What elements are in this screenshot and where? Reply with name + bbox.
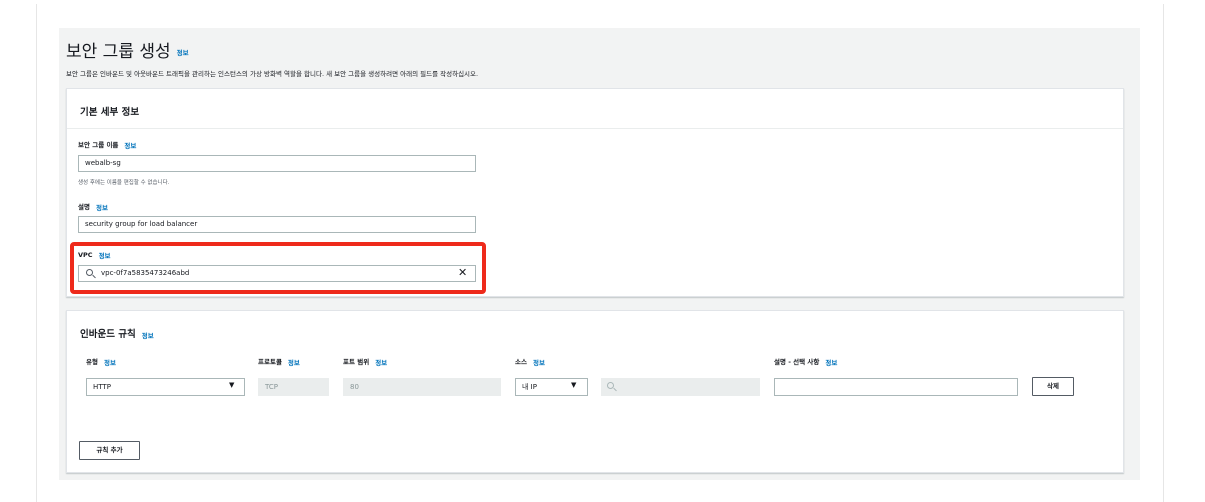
source-search-input[interactable]: [601, 378, 760, 396]
rule-description-input[interactable]: [774, 378, 1018, 396]
security-group-name-label: 보안 그룹 이름 정보: [78, 139, 136, 150]
inbound-rules-header: 인바운드 규칙 정보: [67, 311, 1123, 351]
col-type-text: 유형: [86, 358, 98, 366]
basic-details-title: 기본 세부 정보: [80, 107, 140, 118]
source-select[interactable]: 내 IP: [515, 378, 588, 396]
col-protocol: 프로토콜 정보: [258, 356, 300, 367]
inbound-rules-info-link[interactable]: 정보: [142, 332, 154, 340]
col-source: 소스 정보: [515, 356, 545, 367]
description-input[interactable]: security group for load balancer: [78, 216, 476, 233]
description-label: 설명 정보: [78, 201, 108, 212]
delete-rule-button[interactable]: 삭제: [1032, 377, 1074, 396]
col-protocol-text: 프로토콜: [258, 358, 282, 366]
security-group-name-input[interactable]: webalb-sg: [78, 155, 476, 172]
col-source-text: 소스: [515, 358, 527, 366]
col-port-range-info-link[interactable]: 정보: [375, 359, 387, 367]
col-description-text: 설명 - 선택 사항: [774, 358, 820, 366]
page-title: 보안 그룹 생성 정보: [66, 37, 189, 62]
inbound-rules-title-text: 인바운드 규칙: [80, 329, 136, 340]
page-title-text: 보안 그룹 생성: [66, 42, 171, 62]
inbound-rules-title: 인바운드 규칙 정보: [80, 326, 154, 340]
description-info-link[interactable]: 정보: [96, 204, 108, 212]
description-label-text: 설명: [78, 203, 90, 211]
security-group-name-hint: 생성 후에는 이름을 편집할 수 없습니다.: [78, 180, 170, 186]
caret-down-icon: ▼: [571, 381, 577, 389]
vpc-highlight-box: [70, 242, 486, 294]
col-type: 유형 정보: [86, 356, 116, 367]
search-icon: [607, 382, 614, 389]
col-protocol-info-link[interactable]: 정보: [288, 359, 300, 367]
port-range-field: 80: [343, 378, 501, 396]
page-description: 보안 그룹은 인바운드 및 아웃바운드 트래픽을 관리하는 인스턴스의 가상 방…: [66, 70, 479, 78]
col-type-info-link[interactable]: 정보: [104, 359, 116, 367]
col-description-info-link[interactable]: 정보: [825, 359, 837, 367]
add-rule-button[interactable]: 규칙 추가: [79, 441, 140, 460]
col-source-info-link[interactable]: 정보: [533, 359, 545, 367]
protocol-field: TCP: [258, 378, 329, 396]
type-select[interactable]: HTTP: [86, 378, 245, 396]
page-info-link[interactable]: 정보: [177, 49, 189, 57]
col-description: 설명 - 선택 사항 정보: [774, 356, 837, 367]
col-port-range: 포트 범위 정보: [343, 356, 387, 367]
caret-down-icon: ▼: [229, 381, 235, 389]
col-port-range-text: 포트 범위: [343, 358, 370, 366]
basic-details-header: 기본 세부 정보: [67, 89, 1123, 129]
security-group-name-info-link[interactable]: 정보: [124, 142, 136, 150]
security-group-name-label-text: 보안 그룹 이름: [78, 141, 119, 149]
